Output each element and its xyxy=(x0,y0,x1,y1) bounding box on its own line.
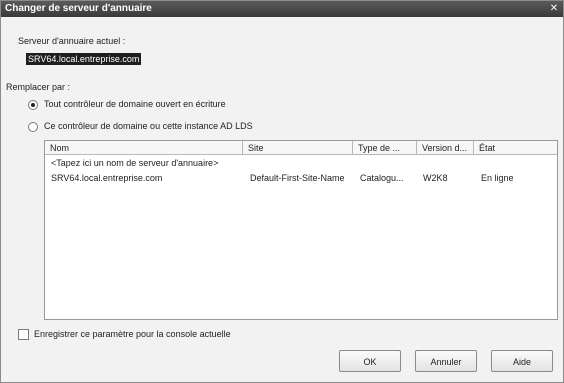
server-list[interactable]: Nom Site Type de ... Version d... État <… xyxy=(44,140,558,320)
column-header-name[interactable]: Nom xyxy=(45,141,243,155)
cell-site: Default-First-Site-Name xyxy=(250,173,345,183)
radio-any-writable-dc-label[interactable]: Tout contrôleur de domaine ouvert en écr… xyxy=(44,99,226,109)
cell-type: Catalogu... xyxy=(360,173,404,183)
table-row[interactable]: SRV64.local.entreprise.com Default-First… xyxy=(45,171,557,185)
save-setting-checkbox[interactable] xyxy=(18,329,29,340)
column-header-version[interactable]: Version d... xyxy=(417,141,474,155)
column-header-site[interactable]: Site xyxy=(243,141,353,155)
radio-specific-dc-label[interactable]: Ce contrôleur de domaine ou cette instan… xyxy=(44,121,253,131)
column-header-status[interactable]: État xyxy=(474,141,557,155)
radio-any-writable-dc[interactable] xyxy=(28,100,38,110)
window-title: Changer de serveur d'annuaire xyxy=(5,3,152,14)
ok-button[interactable]: OK xyxy=(339,350,401,372)
cell-version: W2K8 xyxy=(423,173,448,183)
cancel-button[interactable]: Annuler xyxy=(415,350,477,372)
replace-with-label: Remplacer par : xyxy=(6,82,71,92)
close-icon[interactable]: ✕ xyxy=(547,2,561,15)
placeholder-row[interactable]: <Tapez ici un nom de serveur d'annuaire> xyxy=(45,156,557,170)
cell-status: En ligne xyxy=(481,173,514,183)
placeholder-text[interactable]: <Tapez ici un nom de serveur d'annuaire> xyxy=(51,156,218,170)
radio-specific-dc[interactable] xyxy=(28,122,38,132)
current-server-label: Serveur d'annuaire actuel : xyxy=(18,36,126,46)
column-header-type[interactable]: Type de ... xyxy=(353,141,417,155)
current-server-value: SRV64.local.entreprise.com xyxy=(26,53,142,65)
title-bar[interactable]: Changer de serveur d'annuaire ✕ xyxy=(1,1,563,17)
cell-name: SRV64.local.entreprise.com xyxy=(51,173,163,183)
help-button[interactable]: Aide xyxy=(491,350,553,372)
change-directory-server-dialog: Changer de serveur d'annuaire ✕ Serveur … xyxy=(0,0,564,383)
save-setting-label[interactable]: Enregistrer ce paramètre pour la console… xyxy=(34,329,231,339)
